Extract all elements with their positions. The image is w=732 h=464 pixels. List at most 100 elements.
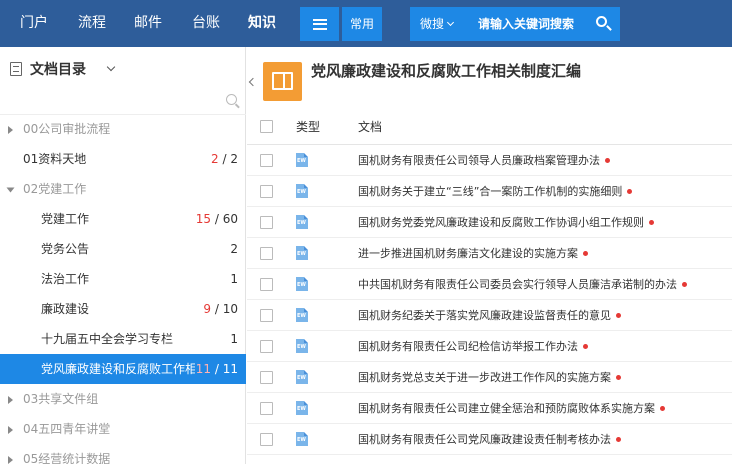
sidebar-item-label: 党建工作 [41,212,90,226]
nav-workflow[interactable]: 流程 [78,0,106,47]
column-type: 类型 [296,120,321,134]
sidebar-item-label: 廉政建设 [41,302,90,316]
document-link[interactable]: 国机财务有限责任公司纪检信访举报工作办法 [358,331,588,362]
sidebar-item[interactable]: 党风廉政建设和反腐败工作相 11 / 11 [0,354,246,384]
column-doc: 文档 [358,120,383,134]
table-row[interactable]: 国机财务党总支关于进一步改进工作作风的实施方案 [247,362,732,393]
count-separator: / [211,302,223,316]
row-checkbox[interactable] [260,185,273,198]
item-count: 11 / 11 [196,354,238,384]
sidebar-item-label: 党风廉政建设和反腐败工作相 [41,362,195,376]
sidebar: 文档目录 00公司审批流程 01资料天地 2 / 2 02党建工作党建工作 15 / 6… [0,47,246,464]
total-count: 60 [222,212,238,226]
row-checkbox[interactable] [260,309,273,322]
row-checkbox[interactable] [260,154,273,167]
table-row[interactable]: 进一步推进国机财务廉洁文化建设的实施方案 [247,238,732,269]
search-icon[interactable] [596,16,612,32]
menu-button[interactable] [300,7,339,41]
collapse-sidebar-icon[interactable] [248,77,258,87]
row-checkbox[interactable] [260,278,273,291]
sidebar-item[interactable]: 02党建工作 [0,174,246,204]
unread-dot-icon [616,313,621,318]
file-type-icon [296,277,308,291]
document-link[interactable]: 中共国机财务有限责任公司委员会实行领导人员廉洁承诺制的办法 [358,269,687,300]
nav-mail[interactable]: 邮件 [134,0,162,47]
row-checkbox[interactable] [260,433,273,446]
table-row[interactable]: 国机财务关于建立“三线”合一案防工作机制的实施细则 [247,176,732,207]
search-scope-dropdown[interactable]: 微搜 [420,7,455,41]
sidebar-item[interactable]: 04五四青年讲堂 [0,414,246,444]
item-count: 1 [230,324,238,354]
table-row[interactable]: 国机财务有限责任公司领导人员廉政档案管理办法 [247,145,732,176]
document-title: 国机财务有限责任公司纪检信访举报工作办法 [358,340,578,353]
sidebar-item[interactable]: 廉政建设 9 / 10 [0,294,246,324]
file-type-icon [296,339,308,353]
caret-down-icon[interactable] [6,187,15,193]
document-title: 国机财务党委党风廉政建设和反腐败工作协调小组工作规则 [358,216,644,229]
caret-right-icon[interactable] [8,126,13,134]
item-count: 2 / 2 [211,144,238,174]
document-title: 国机财务有限责任公司党风廉政建设责任制考核办法 [358,433,611,446]
sidebar-item[interactable]: 党务公告 2 [0,234,246,264]
sidebar-search[interactable] [0,91,246,115]
search-input[interactable] [478,7,590,41]
table-row[interactable]: 国机财务有限责任公司建立健全惩治和预防腐败体系实施方案 [247,393,732,424]
document-link[interactable]: 国机财务党委党风廉政建设和反腐败工作协调小组工作规则 [358,207,654,238]
table-row[interactable]: 国机财务有限责任公司党风廉政建设责任制考核办法 [247,424,732,455]
row-checkbox[interactable] [260,247,273,260]
sidebar-item-label: 02党建工作 [23,182,87,196]
document-title: 国机财务纪委关于落实党风廉政建设监督责任的意见 [358,309,611,322]
file-type-icon [296,432,308,446]
unread-dot-icon [616,437,621,442]
item-count: 15 / 60 [196,204,238,234]
table-row[interactable]: 国机财务党委党风廉政建设和反腐败工作协调小组工作规则 [247,207,732,238]
sidebar-item[interactable]: 党建工作 15 / 60 [0,204,246,234]
sidebar-item[interactable]: 03共享文件组 [0,384,246,414]
row-checkbox[interactable] [260,216,273,229]
nav-knowledge[interactable]: 知识 [248,0,276,47]
caret-right-icon[interactable] [8,396,13,404]
total-count: 11 [222,362,238,376]
item-count: 9 / 10 [203,294,238,324]
unread-dot-icon [682,282,687,287]
common-button[interactable]: 常用 [342,7,382,41]
sidebar-item[interactable]: 法治工作 1 [0,264,246,294]
document-link[interactable]: 国机财务党总支关于进一步改进工作作风的实施方案 [358,362,621,393]
document-link[interactable]: 国机财务有限责任公司领导人员廉政档案管理办法 [358,145,610,176]
item-count: 1 [230,264,238,294]
row-checkbox[interactable] [260,371,273,384]
unread-dot-icon [616,375,621,380]
file-type-icon [296,153,308,167]
row-checkbox[interactable] [260,340,273,353]
caret-right-icon[interactable] [8,456,13,464]
table-row[interactable]: 国机财务有限责任公司纪检信访举报工作办法 [247,331,732,362]
unread-dot-icon [583,344,588,349]
nav-portal[interactable]: 门户 [20,0,48,47]
nav-ledger[interactable]: 台账 [192,0,220,47]
chevron-down-icon[interactable] [106,62,116,72]
document-link[interactable]: 国机财务纪委关于落实党风廉政建设监督责任的意见 [358,300,621,331]
table-row[interactable]: 中共国机财务有限责任公司委员会实行领导人员廉洁承诺制的办法 [247,269,732,300]
unread-dot-icon [660,406,665,411]
unread-dot-icon [627,189,633,194]
document-link[interactable]: 国机财务关于建立“三线”合一案防工作机制的实施细则 [358,176,633,207]
sidebar-item[interactable]: 00公司审批流程 [0,114,246,144]
unread-dot-icon [583,251,588,256]
book-icon [263,62,302,101]
document-link[interactable]: 进一步推进国机财务廉洁文化建设的实施方案 [358,238,588,269]
select-all-checkbox[interactable] [260,120,273,133]
sidebar-item[interactable]: 十九届五中全会学习专栏 1 [0,324,246,354]
sidebar-item[interactable]: 05经营统计数据 [0,444,246,464]
hamburger-icon [312,18,327,30]
document-link[interactable]: 国机财务有限责任公司建立健全惩治和预防腐败体系实施方案 [358,393,665,424]
row-checkbox[interactable] [260,402,273,415]
file-type-icon [296,215,308,229]
sidebar-header: 文档目录 [0,47,246,91]
sidebar-item[interactable]: 01资料天地 2 / 2 [0,144,246,174]
caret-right-icon[interactable] [8,426,13,434]
document-link[interactable]: 国机财务有限责任公司党风廉政建设责任制考核办法 [358,424,621,455]
document-title: 进一步推进国机财务廉洁文化建设的实施方案 [358,247,578,260]
sidebar-item-label: 十九届五中全会学习专栏 [41,332,174,346]
document-title: 国机财务有限责任公司领导人员廉政档案管理办法 [358,154,600,167]
table-row[interactable]: 国机财务纪委关于落实党风廉政建设监督责任的意见 [247,300,732,331]
